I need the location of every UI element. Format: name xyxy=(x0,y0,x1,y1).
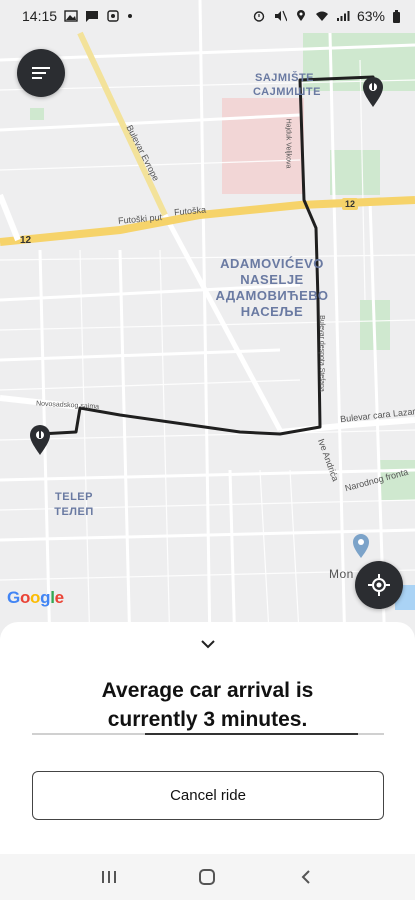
destination-pin xyxy=(363,77,383,107)
arrival-message: Average car arrival is currently 3 minut… xyxy=(0,676,415,734)
poi-pin xyxy=(353,534,369,558)
area-label-mon: Mon xyxy=(329,567,354,581)
home-button[interactable] xyxy=(192,862,222,892)
google-logo: Google xyxy=(7,588,64,607)
alarm-icon xyxy=(252,10,266,22)
area-label-telep-lat: TELEP xyxy=(55,491,93,503)
map-view[interactable]: SAJMIŠTE САЈМИШТЕ ADAMOVIĆEVO NASELJE АД… xyxy=(0,0,415,650)
area-label-telep: TELEP ТЕЛЕП xyxy=(52,490,96,520)
back-icon xyxy=(301,870,310,884)
collapse-chevron-icon[interactable] xyxy=(199,638,217,650)
wifi-icon xyxy=(315,10,329,22)
arrival-line-1: Average car arrival is xyxy=(101,679,314,702)
area-label-adamovicevo: ADAMOVIĆEVO NASELJE АДАМОВИЋЕВО НАСЕЉЕ xyxy=(210,256,334,320)
battery-icon xyxy=(392,10,401,23)
area-label-adamovicevo-cyr-1: АДАМОВИЋЕВО xyxy=(215,288,329,303)
crosshair-icon xyxy=(368,574,390,596)
recent-apps-button[interactable] xyxy=(94,862,124,892)
menu-button[interactable] xyxy=(17,49,65,97)
street-label-hajduk-veljkova: Hajduk Veljkova xyxy=(284,118,292,169)
area-label-adamovicevo-lat-1: ADAMOVIĆEVO xyxy=(220,256,324,271)
back-button[interactable] xyxy=(291,862,321,892)
message-notification-icon xyxy=(85,10,99,22)
area-label-telep-cyr: ТЕЛЕП xyxy=(54,506,94,518)
menu-icon xyxy=(32,67,50,79)
more-notifications-dot-icon xyxy=(127,10,133,22)
ride-status-sheet: Average car arrival is currently 3 minut… xyxy=(0,622,415,854)
home-icon xyxy=(199,869,216,885)
my-location-button[interactable] xyxy=(355,561,403,609)
road-number-right: 12 xyxy=(342,198,359,210)
image-notification-icon xyxy=(64,10,78,22)
search-progress-bar xyxy=(32,733,384,735)
road-number-left: 12 xyxy=(20,235,32,246)
area-label-sajmiste-cyr: САЈМИШТЕ xyxy=(253,86,321,98)
pickup-pin xyxy=(30,425,50,455)
cancel-ride-button[interactable]: Cancel ride xyxy=(32,771,384,820)
app-notification-icon xyxy=(106,10,120,22)
arrival-line-2: currently 3 minutes. xyxy=(107,708,308,731)
status-bar: 14:15 63% xyxy=(0,0,415,32)
area-label-adamovicevo-cyr-2: НАСЕЉЕ xyxy=(240,304,304,319)
system-nav-bar xyxy=(0,854,415,900)
status-time: 14:15 xyxy=(22,8,58,24)
area-label-sajmiste-lat: SAJMIŠTE xyxy=(255,72,315,84)
location-icon xyxy=(294,10,308,22)
mute-icon xyxy=(273,10,287,22)
street-label-bulevar-despota: Bulevar despota Stefana xyxy=(317,315,325,392)
signal-icon xyxy=(336,10,350,22)
search-progress-fill xyxy=(145,733,358,735)
battery-percent: 63% xyxy=(356,8,385,24)
area-label-adamovicevo-lat-2: NASELJE xyxy=(240,272,304,287)
recent-apps-icon xyxy=(102,871,117,883)
map-canvas xyxy=(0,0,415,650)
